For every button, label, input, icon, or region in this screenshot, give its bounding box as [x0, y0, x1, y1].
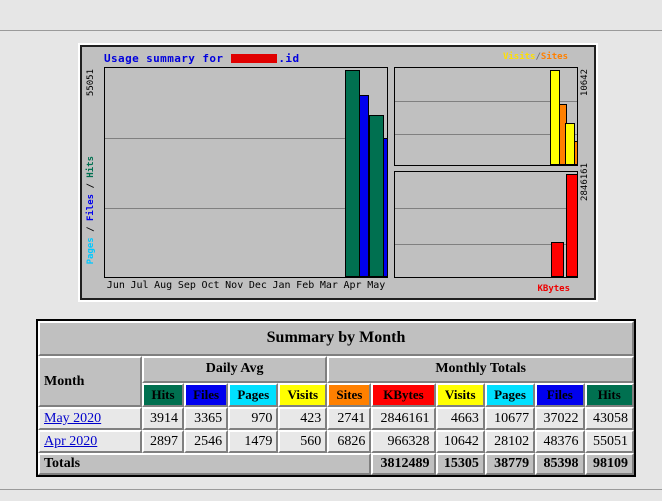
graph-title-suffix: .id — [278, 52, 300, 65]
cell-avg-visits: 560 — [278, 430, 328, 453]
totals-label: Totals — [38, 453, 372, 475]
plot-visits-sites — [394, 67, 578, 166]
graph-title: Usage summary for .id — [104, 52, 299, 65]
totals-files: 85398 — [535, 453, 585, 475]
column-header-tot-kbytes: KBytes — [371, 383, 436, 407]
top-divider — [0, 30, 662, 31]
month-tick: Aug — [154, 280, 173, 291]
row-month-cell[interactable]: May 2020 — [38, 407, 142, 430]
table-row: May 2020 3914 3365 970 423 2741 2846161 … — [38, 407, 634, 430]
cell-tot-visits: 4663 — [435, 407, 485, 430]
cell-avg-files: 3365 — [184, 407, 229, 430]
cell-tot-files: 37022 — [535, 407, 585, 430]
month-tick: Jun — [106, 280, 125, 291]
bar-kbytes-may — [566, 174, 577, 277]
cell-tot-kbytes: 2846161 — [371, 407, 436, 430]
cell-tot-sites: 6826 — [327, 430, 372, 453]
cell-tot-files: 48376 — [535, 430, 585, 453]
bar-visits-may — [565, 123, 575, 165]
cell-tot-sites: 2741 — [327, 407, 372, 430]
column-header-avg-hits: Hits — [142, 383, 185, 407]
column-header-tot-hits: Hits — [584, 383, 634, 407]
cell-avg-pages: 970 — [228, 407, 279, 430]
cell-avg-visits: 423 — [278, 407, 328, 430]
axis-term-pages: Pages — [86, 236, 96, 264]
summary-table-container: Summary by Month Month Daily Avg Monthly… — [36, 319, 636, 477]
left-axis-title: Pages / Files / Hits — [86, 156, 96, 264]
totals-pages: 38779 — [484, 453, 536, 475]
cell-avg-hits: 2897 — [142, 430, 185, 453]
month-tick: Mar — [319, 280, 338, 291]
cell-tot-kbytes: 966328 — [371, 430, 436, 453]
row-month-cell[interactable]: Apr 2020 — [38, 430, 142, 453]
bar-visits-apr — [550, 70, 560, 165]
totals-visits: 15305 — [435, 453, 485, 475]
column-header-tot-pages: Pages — [484, 383, 536, 407]
usage-summary-graph: Usage summary for .id Visits/Sites 55051… — [78, 43, 598, 302]
column-header-avg-pages: Pages — [228, 383, 279, 407]
legend-sites-label: Sites — [540, 52, 568, 62]
plot-pages-files-hits — [104, 67, 388, 278]
column-header-tot-sites: Sites — [327, 383, 372, 407]
month-tick: Feb — [296, 280, 315, 291]
axis-sep-1: / — [86, 220, 96, 237]
right-axis-visits-max-label: 10642 — [580, 69, 590, 97]
month-tick: May — [367, 280, 386, 291]
cell-avg-pages: 1479 — [228, 430, 279, 453]
legend-visits-label: Visits — [502, 52, 536, 62]
bar-pages-may — [387, 237, 388, 277]
bar-hits-may — [369, 115, 384, 277]
cell-avg-hits: 3914 — [142, 407, 185, 430]
cell-tot-visits: 10642 — [435, 430, 485, 453]
column-header-avg-files: Files — [184, 383, 229, 407]
month-tick: Jan — [272, 280, 291, 291]
month-tick: Sep — [177, 280, 196, 291]
totals-kbytes: 3812489 — [371, 453, 436, 475]
summary-by-month-table: Summary by Month Month Daily Avg Monthly… — [36, 319, 636, 477]
plot-kbytes — [394, 171, 578, 278]
bar-kbytes-apr — [551, 242, 564, 277]
kbytes-legend-label: KBytes — [537, 284, 570, 294]
cell-tot-hits: 55051 — [584, 430, 634, 453]
graph-month-axis: Jun Jul Aug Sep Oct Nov Dec Jan Feb Mar … — [104, 280, 388, 291]
axis-term-hits: Hits — [86, 155, 96, 178]
group-header-monthly-totals: Monthly Totals — [327, 356, 634, 383]
cell-tot-pages: 10677 — [484, 407, 536, 430]
right-axis-kbytes-max-label: 2846161 — [580, 163, 590, 201]
totals-hits: 98109 — [584, 453, 634, 475]
axis-sep-2: / — [86, 177, 96, 194]
month-link-apr-2020[interactable]: Apr 2020 — [44, 434, 97, 449]
gridline — [395, 208, 577, 209]
axis-term-files: Files — [86, 193, 96, 221]
month-tick: Dec — [248, 280, 267, 291]
month-tick: Nov — [225, 280, 244, 291]
bar-hits-apr — [345, 70, 360, 277]
graph-legend-visits-sites: Visits/Sites — [503, 52, 568, 62]
graph-title-prefix: Usage summary for — [104, 52, 231, 65]
redacted-domain-block — [231, 54, 278, 63]
table-caption: Summary by Month — [38, 321, 634, 356]
group-header-daily-avg: Daily Avg — [142, 356, 328, 383]
month-link-may-2020[interactable]: May 2020 — [44, 411, 101, 426]
totals-row: Totals 3812489 15305 38779 85398 98109 — [38, 453, 634, 475]
cell-tot-pages: 28102 — [484, 430, 536, 453]
left-axis-max-label: 55051 — [86, 69, 96, 97]
month-tick: Apr — [343, 280, 362, 291]
cell-avg-files: 2546 — [184, 430, 229, 453]
month-tick: Oct — [201, 280, 220, 291]
gridline — [395, 244, 577, 245]
table-row: Apr 2020 2897 2546 1479 560 6826 966328 … — [38, 430, 634, 453]
graph-canvas: Usage summary for .id Visits/Sites 55051… — [80, 45, 596, 300]
bottom-divider — [0, 489, 662, 490]
column-header-tot-files: Files — [535, 383, 585, 407]
column-header-avg-visits: Visits — [278, 383, 328, 407]
cell-tot-hits: 43058 — [584, 407, 634, 430]
column-header-tot-visits: Visits — [435, 383, 485, 407]
month-tick: Jul — [130, 280, 149, 291]
column-header-month: Month — [38, 356, 142, 407]
